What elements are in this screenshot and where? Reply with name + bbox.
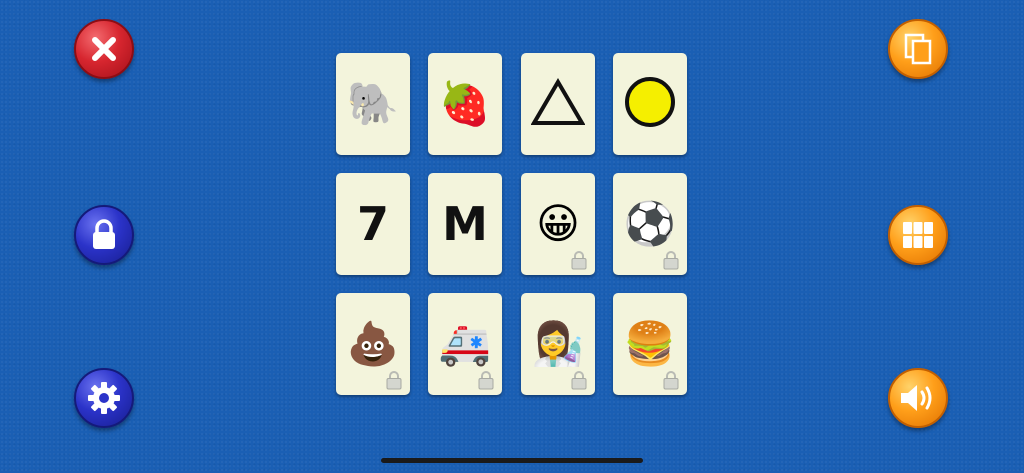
lock-icon — [570, 370, 588, 390]
triangle-shape — [530, 78, 586, 130]
lock-icon — [89, 218, 119, 252]
hamburger-emoji: 🍔 — [623, 319, 677, 368]
card-circle[interactable] — [613, 53, 687, 155]
letter-m-text: M — [442, 197, 488, 251]
strawberry-emoji: 🍓 — [438, 79, 492, 128]
elephant-emoji: 🐘 — [346, 79, 400, 128]
ambulance-emoji: 🚑 — [438, 319, 492, 368]
lock-button[interactable] — [74, 205, 134, 265]
speaker-icon — [898, 381, 938, 415]
sound-button[interactable] — [888, 368, 948, 428]
yellow-circle-shape — [624, 76, 676, 132]
home-indicator — [381, 458, 643, 463]
card-soccer-ball[interactable]: ⚽ — [613, 173, 687, 275]
close-button[interactable] — [74, 19, 134, 79]
settings-button[interactable] — [74, 368, 134, 428]
card-triangle[interactable] — [521, 53, 595, 155]
close-icon — [87, 32, 121, 66]
number-seven-text: 7 — [356, 197, 389, 251]
card-number-seven[interactable]: 7 — [336, 173, 410, 275]
lock-icon — [570, 250, 588, 270]
copy-button[interactable] — [888, 19, 948, 79]
card-elephant[interactable]: 🐘 — [336, 53, 410, 155]
smiley-emoji: 😀 — [536, 199, 580, 248]
card-strawberry[interactable]: 🍓 — [428, 53, 502, 155]
card-poop[interactable]: 💩 — [336, 293, 410, 395]
lock-icon — [477, 370, 495, 390]
card-hamburger[interactable]: 🍔 — [613, 293, 687, 395]
grid-button[interactable] — [888, 205, 948, 265]
card-ambulance[interactable]: 🚑 — [428, 293, 502, 395]
gear-icon — [86, 380, 122, 416]
soccer-ball-emoji: ⚽ — [623, 199, 677, 248]
lock-icon — [662, 370, 680, 390]
lock-icon — [662, 250, 680, 270]
card-letter-m[interactable]: M — [428, 173, 502, 275]
scientist-emoji: 👩‍🔬 — [531, 319, 585, 368]
lock-icon — [385, 370, 403, 390]
card-smiley[interactable]: 😀 — [521, 173, 595, 275]
copy-icon — [903, 32, 933, 66]
poop-emoji: 💩 — [346, 319, 400, 368]
grid-icon — [902, 221, 934, 249]
card-scientist[interactable]: 👩‍🔬 — [521, 293, 595, 395]
